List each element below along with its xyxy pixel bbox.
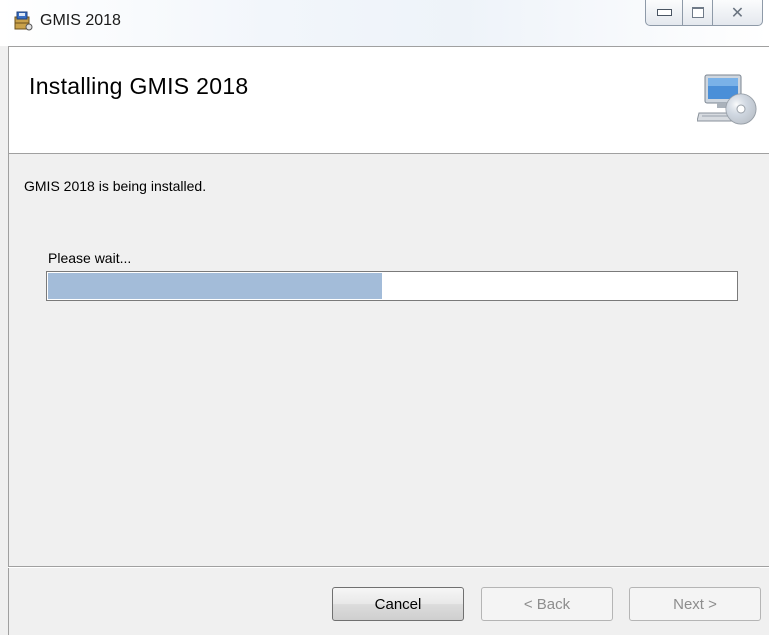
caption-buttons: ✕	[645, 0, 763, 28]
minimize-button[interactable]	[645, 0, 683, 26]
close-icon: ✕	[730, 2, 745, 22]
window-title: GMIS 2018	[40, 12, 121, 29]
installer-app-icon	[14, 11, 33, 31]
installer-window: GMIS 2018 ✕ Installing GMIS 2018 GMIS 20…	[0, 0, 769, 635]
maximize-icon	[691, 7, 704, 18]
install-progress-bar	[46, 271, 738, 301]
title-bar[interactable]: GMIS 2018 ✕	[0, 0, 769, 46]
status-message: GMIS 2018 is being installed.	[24, 178, 207, 194]
back-button[interactable]: < Back	[481, 587, 613, 621]
minimize-icon	[656, 9, 672, 16]
page-title: Installing GMIS 2018	[29, 73, 249, 99]
cancel-button[interactable]: Cancel	[332, 587, 464, 621]
next-button[interactable]: Next >	[629, 587, 761, 621]
close-button[interactable]: ✕	[713, 0, 763, 26]
wait-label: Please wait...	[48, 250, 132, 266]
content-area	[8, 154, 769, 566]
header-banner: Installing GMIS 2018	[8, 46, 769, 154]
maximize-button[interactable]	[683, 0, 713, 26]
progress-fill	[48, 273, 382, 299]
computer-cd-icon	[697, 74, 757, 125]
